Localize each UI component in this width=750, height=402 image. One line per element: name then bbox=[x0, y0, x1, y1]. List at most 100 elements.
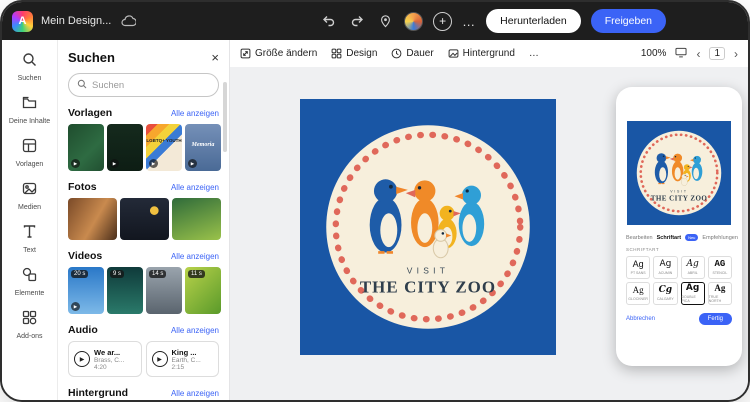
logo-letter: A bbox=[18, 15, 27, 27]
video-thumb[interactable]: 11 s bbox=[185, 267, 221, 314]
duration-badge: 20 s bbox=[71, 270, 89, 278]
see-all-audio-link[interactable]: Alle anzeigen bbox=[171, 326, 219, 335]
font-option[interactable]: Cg CALGARY bbox=[653, 282, 678, 305]
font-option[interactable]: Ag ABRIL bbox=[680, 256, 705, 279]
cloud-sync-icon bbox=[119, 12, 137, 30]
rail-label: Suchen bbox=[17, 75, 42, 82]
zoo-logo-mini bbox=[635, 129, 723, 217]
see-all-videos-link[interactable]: Alle anzeigen bbox=[171, 252, 219, 261]
fullscreen-icon[interactable] bbox=[675, 45, 687, 63]
design-button[interactable]: Design bbox=[331, 48, 377, 59]
audio-duration: 2:15 bbox=[171, 363, 185, 371]
font-option[interactable]: AG STENCIL bbox=[707, 256, 732, 279]
rail-item-suchen[interactable]: Suchen bbox=[4, 48, 56, 89]
pin-icon[interactable] bbox=[376, 12, 394, 30]
font-grid: Ag PT SANS Ag ACUMIN Ag ABRIL AG STENCIL Ag G… bbox=[626, 256, 732, 305]
template-thumb[interactable]: LGBTQ+ YOUTH ▶ bbox=[146, 124, 182, 171]
duration-badge: 9 s bbox=[110, 270, 125, 278]
see-all-vorlagen-link[interactable]: Alle anzeigen bbox=[171, 109, 219, 118]
zoom-level[interactable]: 100% bbox=[641, 48, 667, 59]
play-icon: ▶ bbox=[149, 159, 158, 168]
your-content-icon bbox=[22, 95, 37, 115]
font-option[interactable]: Ag TRUE NORTH bbox=[707, 282, 732, 305]
more-glyph: … bbox=[462, 13, 477, 29]
rail-label: Text bbox=[23, 247, 36, 255]
more-options-icon[interactable]: … bbox=[462, 14, 476, 29]
video-thumb[interactable]: 14 s bbox=[146, 267, 182, 314]
photo-thumb[interactable] bbox=[172, 198, 221, 240]
panel-title: Suchen bbox=[68, 50, 115, 65]
zoo-logo[interactable] bbox=[322, 121, 534, 333]
rail-label: Vorlagen bbox=[15, 161, 44, 169]
template-thumb[interactable]: Memoria ▶ bbox=[185, 124, 221, 171]
media-icon bbox=[22, 181, 37, 201]
rail-item-vorlagen[interactable]: Vorlagen bbox=[4, 134, 56, 175]
audio-card[interactable]: ▶ We ar... Brass, C... 4:20 bbox=[68, 341, 142, 377]
next-page-icon[interactable]: › bbox=[734, 47, 738, 61]
template-thumb[interactable]: ▶ bbox=[68, 124, 104, 171]
app-body: Suchen Deine Inhalte Vorlagen Medien Tex… bbox=[2, 40, 748, 400]
adobe-express-logo[interactable]: A bbox=[12, 10, 33, 32]
tab-empfehlungen[interactable]: Empfehlungen bbox=[702, 235, 737, 241]
font-section-label: SCHRIFTART bbox=[626, 247, 660, 252]
audio-title: We ar... bbox=[94, 347, 121, 357]
resize-label: Größe ändern bbox=[255, 48, 318, 59]
text-icon bbox=[22, 224, 37, 244]
audio-tracks: ▶ We ar... Brass, C... 4:20 ▶ King ... E… bbox=[68, 341, 219, 377]
search-input[interactable] bbox=[92, 79, 210, 91]
rail-item-medien[interactable]: Medien bbox=[4, 177, 56, 218]
font-option[interactable]: Ag GLOCKNER bbox=[626, 282, 651, 305]
editor-main: Größe ändern Design Dauer Hintergrund … … bbox=[230, 40, 748, 400]
prev-page-icon[interactable]: ‹ bbox=[696, 47, 700, 61]
rail-label: Elemente bbox=[14, 290, 45, 298]
vorlagen-thumbs: ▶ ▶ LGBTQ+ YOUTH ▶ Memoria ▶ bbox=[68, 124, 221, 171]
audio-card[interactable]: ▶ King ... Earth, C... 2:15 bbox=[145, 341, 219, 377]
duration-badge: 14 s bbox=[149, 270, 167, 278]
user-avatar[interactable] bbox=[404, 11, 424, 31]
document-title[interactable]: Mein Design... bbox=[41, 15, 111, 27]
rail-item-text[interactable]: Text bbox=[4, 220, 56, 261]
audio-title: King ... bbox=[171, 347, 197, 357]
font-option-selected[interactable]: Ag DOUBLE PICA bbox=[680, 282, 705, 305]
video-thumb[interactable]: 20 s ▶ bbox=[68, 267, 104, 314]
search-icon bbox=[77, 76, 87, 94]
play-icon[interactable]: ▶ bbox=[74, 351, 90, 367]
tab-bearbeiten[interactable]: Bearbeiten bbox=[626, 235, 653, 241]
resize-button[interactable]: Größe ändern bbox=[240, 48, 317, 59]
done-button[interactable]: Fertig bbox=[698, 313, 732, 325]
app-window: A Mein Design... + … Herunterladen Freig… bbox=[0, 0, 750, 402]
tab-schriftart[interactable]: Schriftart bbox=[657, 235, 681, 241]
font-option[interactable]: Ag PT SANS bbox=[626, 256, 651, 279]
rail-item-addons[interactable]: Add-ons bbox=[4, 306, 56, 347]
video-thumb[interactable]: 9 s bbox=[107, 267, 143, 314]
phone-preview: Bearbeiten Schriftart Neu Empfehlungen S… bbox=[616, 87, 742, 366]
templates-icon bbox=[22, 138, 37, 158]
panel-scrollbar[interactable] bbox=[223, 82, 227, 152]
phone-design-canvas[interactable] bbox=[627, 121, 731, 225]
font-option[interactable]: Ag ACUMIN bbox=[653, 256, 678, 279]
share-button[interactable]: Freigeben bbox=[590, 9, 666, 33]
add-icon[interactable]: + bbox=[433, 11, 453, 31]
redo-icon[interactable] bbox=[348, 12, 366, 30]
page-number: 1 bbox=[709, 47, 725, 60]
rail-label: Deine Inhalte bbox=[8, 118, 51, 126]
photo-thumb[interactable] bbox=[120, 198, 169, 240]
rail-item-deine-inhalte[interactable]: Deine Inhalte bbox=[4, 91, 56, 132]
background-button[interactable]: Hintergrund bbox=[448, 48, 515, 59]
rail-item-elemente[interactable]: Elemente bbox=[4, 263, 56, 304]
search-box[interactable] bbox=[68, 73, 219, 97]
play-icon[interactable]: ▶ bbox=[151, 351, 168, 367]
videos-thumbs: 20 s ▶ 9 s 14 s 11 s bbox=[68, 267, 221, 314]
photo-thumb[interactable] bbox=[68, 198, 117, 240]
see-all-fotos-link[interactable]: Alle anzeigen bbox=[171, 183, 219, 192]
download-button[interactable]: Herunterladen bbox=[486, 9, 581, 33]
template-thumb[interactable]: ▶ bbox=[107, 124, 143, 171]
design-canvas[interactable] bbox=[300, 99, 556, 355]
see-all-hintergrund-link[interactable]: Alle anzeigen bbox=[171, 389, 219, 398]
cancel-button[interactable]: Abbrechen bbox=[626, 316, 655, 322]
toolbar-more-icon[interactable]: … bbox=[529, 48, 539, 59]
undo-icon[interactable] bbox=[320, 12, 338, 30]
duration-button[interactable]: Dauer bbox=[391, 48, 434, 59]
close-icon[interactable]: × bbox=[211, 50, 219, 65]
audio-subtitle: Brass, C... bbox=[94, 356, 125, 364]
